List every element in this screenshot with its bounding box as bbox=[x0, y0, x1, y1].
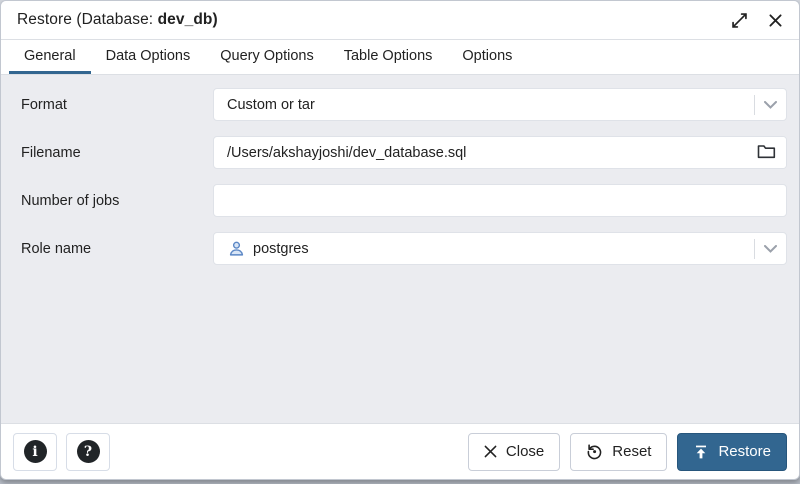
dialog-title-prefix: Restore (Database: bbox=[17, 11, 158, 28]
filename-label: Filename bbox=[13, 145, 213, 161]
tab-data-options[interactable]: Data Options bbox=[91, 40, 206, 74]
tab-table-options[interactable]: Table Options bbox=[329, 40, 448, 74]
info-icon: i bbox=[24, 440, 47, 463]
sql-info-button[interactable]: i bbox=[13, 433, 57, 471]
restore-button-label: Restore bbox=[718, 443, 771, 460]
format-row: Format Custom or tar bbox=[13, 88, 787, 121]
maximize-icon[interactable] bbox=[731, 12, 747, 28]
role-select[interactable]: postgres bbox=[213, 232, 787, 265]
jobs-input[interactable] bbox=[214, 185, 786, 216]
folder-icon bbox=[757, 144, 776, 162]
close-button[interactable]: Close bbox=[468, 433, 560, 471]
dialog-title: Restore (Database: dev_db) bbox=[17, 11, 218, 29]
role-row: Role name postgres bbox=[13, 232, 787, 265]
close-button-label: Close bbox=[506, 443, 544, 460]
file-browser-button[interactable] bbox=[746, 137, 786, 168]
chevron-down-icon[interactable] bbox=[754, 239, 786, 259]
format-select[interactable]: Custom or tar bbox=[213, 88, 787, 121]
help-button[interactable]: ? bbox=[66, 433, 110, 471]
tab-options[interactable]: Options bbox=[447, 40, 527, 74]
close-x-icon bbox=[484, 445, 497, 458]
jobs-field bbox=[213, 184, 787, 217]
dialog-title-object: dev_db) bbox=[158, 11, 218, 28]
tab-query-options[interactable]: Query Options bbox=[205, 40, 329, 74]
close-icon[interactable] bbox=[767, 12, 783, 28]
role-value: postgres bbox=[253, 241, 309, 257]
upload-restore-icon bbox=[693, 444, 709, 460]
filename-row: Filename bbox=[13, 136, 787, 169]
format-value: Custom or tar bbox=[214, 97, 315, 113]
filename-input[interactable] bbox=[214, 137, 746, 168]
user-icon bbox=[228, 240, 245, 257]
general-tab-panel: Format Custom or tar Filename bbox=[1, 75, 799, 423]
restore-button[interactable]: Restore bbox=[677, 433, 787, 471]
reset-button[interactable]: Reset bbox=[570, 433, 667, 471]
format-label: Format bbox=[13, 97, 213, 113]
help-icon: ? bbox=[77, 440, 100, 463]
screen-background: Restore (Database: dev_db) General Data … bbox=[0, 0, 800, 484]
jobs-label: Number of jobs bbox=[13, 193, 213, 209]
filename-field bbox=[213, 136, 787, 169]
reset-button-label: Reset bbox=[612, 443, 651, 460]
dialog-titlebar[interactable]: Restore (Database: dev_db) bbox=[1, 1, 799, 40]
role-label: Role name bbox=[13, 241, 213, 257]
dialog-tabbar: General Data Options Query Options Table… bbox=[1, 40, 799, 75]
reset-history-icon bbox=[586, 443, 603, 460]
jobs-row: Number of jobs bbox=[13, 184, 787, 217]
tab-general[interactable]: General bbox=[9, 40, 91, 74]
restore-dialog: Restore (Database: dev_db) General Data … bbox=[0, 0, 800, 480]
chevron-down-icon[interactable] bbox=[754, 95, 786, 115]
dialog-footer: i ? Close bbox=[1, 423, 799, 479]
